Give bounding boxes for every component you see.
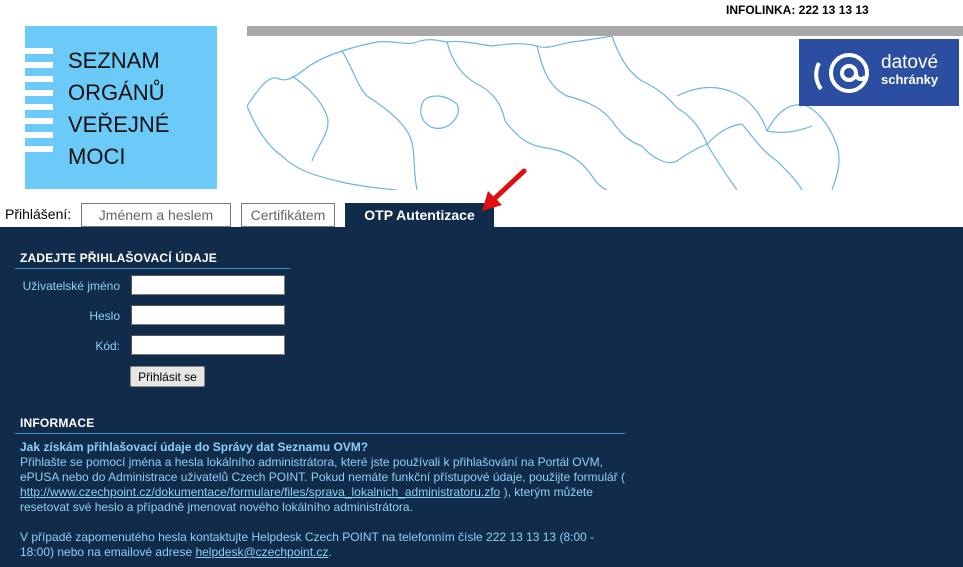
info-paragraph-1: Přihlašte se pomocí jména a hesla lokáln…	[20, 455, 625, 514]
login-form-title: ZADEJTE PŘIHLAŠOVACÍ ÚDAJE	[20, 251, 218, 265]
info-paragraph-2: V případě zapomenutého hesla kontaktujte…	[20, 530, 595, 559]
header-gray-bar	[247, 26, 963, 36]
logo-line: VEŘEJNÉ	[68, 112, 170, 137]
form-link[interactable]: http://www.czechpoint.cz/dokumentace/for…	[20, 485, 500, 499]
red-arrow-icon	[482, 168, 527, 211]
code-label: Kód:	[95, 339, 120, 353]
logo-stripes	[25, 48, 53, 160]
username-label: Uživatelské jméno	[22, 279, 120, 293]
info-text: Jak získám přihlašovací údaje do Správy …	[20, 440, 630, 560]
at-sign-icon	[814, 53, 869, 93]
site-logo[interactable]: SEZNAM ORGÁNŮ VEŘEJNÉ MOCI	[25, 26, 217, 189]
datove-schranky-logo[interactable]: datové schránky	[799, 39, 959, 106]
infoline-phone: INFOLINKA: 222 13 13 13	[726, 3, 869, 17]
ds-logo-line2: schránky	[881, 72, 939, 87]
password-input[interactable]	[131, 305, 285, 325]
ds-logo-line1: datové	[881, 52, 939, 73]
form-title-underline	[15, 268, 290, 269]
info-title: INFORMACE	[20, 416, 95, 430]
info-question: Jak získám přihlašovací údaje do Správy …	[20, 440, 369, 454]
logo-line: MOCI	[68, 144, 126, 169]
logo-text: SEZNAM ORGÁNŮ VEŘEJNÉ MOCI	[68, 45, 169, 173]
login-panel: ZADEJTE PŘIHLAŠOVACÍ ÚDAJE Uživatelské j…	[0, 227, 963, 567]
tab-certificate[interactable]: Certifikátem	[241, 203, 335, 227]
logo-line: ORGÁNŮ	[68, 80, 165, 105]
password-label: Heslo	[89, 309, 120, 323]
login-button[interactable]: Přihlásit se	[130, 366, 205, 387]
helpdesk-email-link[interactable]: helpdesk@czechpoint.cz	[195, 545, 328, 559]
login-label: Přihlášení:	[5, 206, 72, 222]
username-input[interactable]	[131, 275, 285, 295]
otp-code-input[interactable]	[131, 335, 285, 355]
tab-name-password[interactable]: Jménem a heslem	[81, 203, 231, 227]
logo-line: SEZNAM	[68, 48, 160, 73]
tab-otp[interactable]: OTP Autentizace	[345, 203, 494, 227]
info-title-underline	[15, 433, 625, 434]
